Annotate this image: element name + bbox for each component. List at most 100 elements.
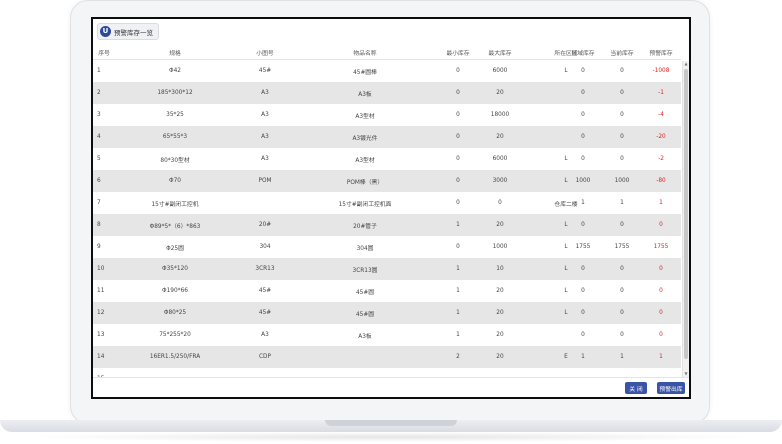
cell-item-name (295, 368, 435, 377)
table-row[interactable]: 11 Φ190*66 45# 45#圆 1 20 L 0 0 0 (93, 280, 681, 302)
cell-spec: 15寸#副闭工控机 (151, 201, 199, 208)
cell-area-stock: 0 (581, 222, 585, 228)
cell-warning-stock: -80 (656, 178, 666, 184)
cell-spec: 80*30型材 (160, 157, 190, 164)
scrollbar-thumb[interactable] (684, 69, 688, 359)
cell-warning-stock (641, 368, 681, 377)
cell-min-stock: 1 (456, 266, 460, 272)
app-logo-icon: U (100, 26, 111, 37)
cell-warning-stock: 1 (659, 200, 663, 206)
cell-spec: 35*25 (166, 112, 184, 118)
header-area-stock[interactable]: 区域库存 (563, 45, 603, 59)
table-row[interactable]: 10 Φ35*120 3CR13 3CR13圆 1 10 L 0 0 0 (93, 258, 681, 280)
cell-current-stock: 0 (620, 134, 624, 140)
cell-area-stock: 1 (581, 354, 585, 360)
cell-min-stock: 1 (456, 332, 460, 338)
cell-item-name: 3CR13圆 (352, 267, 378, 274)
cell-area-stock: 0 (581, 68, 585, 74)
table-row[interactable]: 5 80*30型材 A3 A3型材 0 6000 L 0 0 -2 (93, 148, 681, 170)
cell-spec: 16ER1.5/250/FRA (149, 354, 201, 360)
table-row[interactable]: 3 35*25 A3 A3型材 0 18000 0 0 -4 (93, 104, 681, 126)
cell-warning-stock: -1 (658, 90, 664, 96)
cell-item-name: A3型材 (355, 113, 375, 120)
cell-drawing-no: 45# (258, 68, 272, 74)
table-row[interactable]: 1 Φ42 45# 45#圆棒 0 6000 L 0 0 -1008 (93, 60, 681, 82)
scroll-up-icon[interactable]: ▲ (683, 61, 689, 67)
cell-min-stock: 0 (456, 68, 460, 74)
vertical-scrollbar[interactable]: ▲ ▼ (682, 61, 689, 377)
cell-max-stock: 20 (496, 134, 504, 140)
header-spec[interactable]: 规格 (115, 45, 235, 59)
cell-current-stock: 1000 (614, 178, 630, 184)
window-title-tab[interactable]: U 预警库存一览 (97, 23, 159, 40)
cell-drawing-no: 304 (259, 244, 271, 250)
cell-current-stock: 0 (620, 266, 624, 272)
table-row[interactable]: 14 16ER1.5/250/FRA CDP 2 20 E 1 1 1 (93, 346, 681, 368)
cell-current-stock: 0 (620, 68, 624, 74)
table-row[interactable]: 6 Φ70 POM POM棒（黑） 0 3000 L 1000 1000 -80 (93, 170, 681, 192)
header-min-stock[interactable]: 最小库存 (435, 45, 481, 59)
cell-spec (115, 368, 235, 377)
cell-max-stock: 20 (496, 332, 504, 338)
header-current-stock[interactable]: 当前库存 (603, 45, 641, 59)
cell-area-stock: 1 (581, 200, 585, 206)
cell-min-stock: 0 (456, 178, 460, 184)
warning-stock-table: 序号 规格 小图号 物品名称 最小库存 最大库存 所在区域 区域库存 当前库存 … (93, 45, 689, 377)
table-row[interactable]: 4 65*55*3 A3 A3镀光件 0 20 0 0 -20 (93, 126, 681, 148)
cell-max-stock: 6000 (492, 156, 508, 162)
cell-current-stock: 0 (620, 90, 624, 96)
cell-item-name (295, 346, 435, 368)
cell-max-stock (481, 368, 519, 377)
cell-min-stock (435, 368, 481, 377)
cell-warning-stock: 0 (659, 332, 663, 338)
cell-min-stock: 0 (456, 156, 460, 162)
table-row[interactable]: 8 Φ89*5*（6）*863 20# 20#管子 1 20 L 0 0 0 (93, 214, 681, 236)
header-index[interactable]: 序号 (93, 45, 115, 59)
cell-area-stock: 0 (581, 134, 585, 140)
cell-warning-stock: -4 (658, 112, 664, 118)
cell-item-name: A3板 (358, 333, 372, 340)
table-row[interactable]: 12 Φ80*25 45# 45#圆 1 20 L 0 0 0 (93, 302, 681, 324)
cell-min-stock: 1 (456, 310, 460, 316)
cell-item-name: 45#圆 (355, 311, 375, 318)
cell-drawing-no: POM (258, 178, 272, 184)
cell-max-stock: 20 (496, 90, 504, 96)
window-titlebar: U 预警库存一览 (93, 19, 689, 41)
cell-drawing-no: A3 (261, 90, 269, 96)
close-button[interactable]: 关 闭 (625, 382, 647, 394)
header-warning-stock[interactable]: 预警库存 (641, 45, 681, 59)
cell-spec: 65*55*3 (162, 134, 188, 140)
cell-min-stock: 0 (456, 112, 460, 118)
cell-current-stock: 0 (620, 112, 624, 118)
cell-item-name: 15寸#副闭工控机面 (338, 201, 392, 208)
cell-max-stock: 1000 (492, 244, 508, 250)
cell-drawing-no: 45# (258, 310, 272, 316)
cell-max-stock: 3000 (492, 178, 508, 184)
table-row[interactable]: 13 75*255*20 A3 A3板 1 20 0 0 0 (93, 324, 681, 346)
cell-max-stock: 20 (496, 354, 504, 360)
warning-outbound-button[interactable]: 预警出库 (657, 382, 685, 394)
cell-area-stock: 0 (581, 112, 585, 118)
table-row[interactable]: 9 Φ25圆 304 304圆 0 1000 L 1755 1755 1755 (93, 236, 681, 258)
table-row[interactable]: 15 (93, 368, 681, 377)
cell-max-stock: 20 (496, 222, 504, 228)
table-row[interactable]: 2 185*300*12 A3 A3板 0 20 0 0 -1 (93, 82, 681, 104)
header-max-stock[interactable]: 最大库存 (481, 45, 519, 59)
table-row[interactable]: 7 15寸#副闭工控机 15寸#副闭工控机面 0 0 仓库二楼 1 1 1 (93, 192, 681, 214)
cell-drawing-no: CDP (258, 354, 271, 360)
cell-max-stock: 18000 (490, 112, 510, 118)
cell-max-stock: 6000 (492, 68, 508, 74)
header-item-name[interactable]: 物品名称 (295, 45, 435, 59)
cell-item-name: A3型材 (355, 157, 375, 164)
cell-current-stock: 1 (620, 354, 624, 360)
cell-area-stock: 0 (581, 266, 585, 272)
cell-current-stock: 0 (620, 222, 624, 228)
header-drawing-no[interactable]: 小图号 (235, 45, 295, 59)
laptop-notch (325, 420, 457, 426)
cell-area-stock (563, 368, 603, 377)
cell-current-stock: 0 (620, 332, 624, 338)
cell-item-name: POM棒（黑） (346, 179, 384, 186)
cell-warning-stock: 0 (659, 310, 663, 316)
cell-item-name: A3板 (358, 91, 372, 98)
cell-area-stock: 1000 (575, 178, 591, 184)
